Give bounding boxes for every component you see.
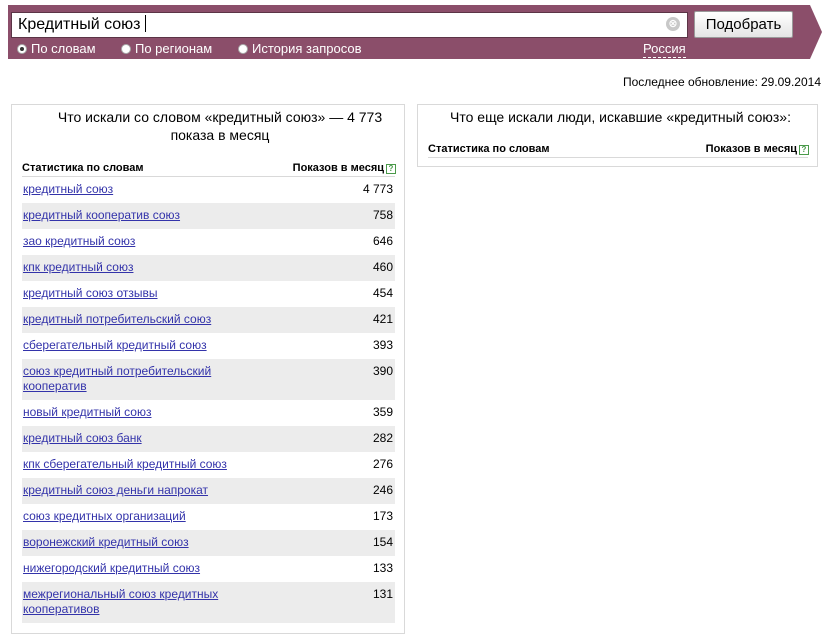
phrase-link[interactable]: воронежский кредитный союз <box>23 535 253 550</box>
impressions-count: 393 <box>372 338 393 352</box>
table-row: сберегательный кредитный союз 393 <box>22 333 395 359</box>
impressions-count: 460 <box>372 260 393 274</box>
words-stats-panel: Что искали со словом «кредитный союз» — … <box>11 104 405 634</box>
phrase-link[interactable]: кредитный союз отзывы <box>23 286 253 301</box>
table-row: союз кредитный потребительский кооперати… <box>22 359 395 400</box>
impressions-count: 646 <box>372 234 393 248</box>
phrase-link[interactable]: союз кредитный потребительский кооперати… <box>23 364 253 394</box>
words-panel-title: Что искали со словом «кредитный союз» — … <box>57 109 383 143</box>
table-row: воронежский кредитный союз 154 <box>22 530 395 556</box>
col-phrase-header: Статистика по словам <box>22 162 144 174</box>
phrase-link[interactable]: сберегательный кредитный союз <box>23 338 253 353</box>
table-row: союз кредитных организаций 173 <box>22 504 395 530</box>
impressions-count: 282 <box>372 431 393 445</box>
table-row: новый кредитный союз 359 <box>22 400 395 426</box>
impressions-count: 154 <box>372 535 393 549</box>
region-link[interactable]: Россия <box>643 41 686 58</box>
help-icon[interactable]: ? <box>799 145 809 155</box>
col-phrase-header: Статистика по словам <box>428 143 550 155</box>
table-row: кредитный кооператив союз 758 <box>22 203 395 229</box>
mode-history[interactable]: История запросов <box>238 41 362 57</box>
col-count-label: Показов в месяц <box>292 162 384 174</box>
phrase-link[interactable]: кредитный кооператив союз <box>23 208 253 223</box>
text-caret <box>144 15 146 32</box>
phrase-link[interactable]: кредитный союз <box>23 182 253 197</box>
impressions-count: 390 <box>372 364 393 378</box>
phrase-link[interactable]: кредитный потребительский союз <box>23 312 253 327</box>
impressions-count: 454 <box>372 286 393 300</box>
related-panel-title: Что еще искали люди, искавшие «кредитный… <box>450 109 791 125</box>
mode-label: По словам <box>31 41 96 56</box>
search-input[interactable]: Кредитный союз <box>11 12 688 38</box>
impressions-count: 173 <box>372 509 393 523</box>
last-updated-date: 29.09.2014 <box>760 75 821 89</box>
clear-icon[interactable]: ⊗ <box>666 17 680 31</box>
impressions-count: 131 <box>372 587 393 601</box>
col-count-label: Показов в месяц <box>705 143 797 155</box>
table-row: кпк кредитный союз 460 <box>22 255 395 281</box>
table-row: кредитный союз банк 282 <box>22 426 395 452</box>
impressions-count: 421 <box>372 312 393 326</box>
mode-by-words[interactable]: По словам <box>17 41 96 57</box>
header-divider <box>428 157 808 158</box>
words-table: кредитный союз 4 773 кредитный кооператив… <box>22 177 395 623</box>
phrase-link[interactable]: кпк сберегательный кредитный союз <box>23 457 253 472</box>
related-searches-panel: Что еще искали люди, искавшие «кредитный… <box>417 104 818 167</box>
phrase-link[interactable]: кредитный союз банк <box>23 431 253 446</box>
table-row: нижегородский кредитный союз 133 <box>22 556 395 582</box>
last-updated: Последнее обновление: 29.09.2014 <box>620 75 821 89</box>
impressions-count: 359 <box>372 405 393 419</box>
phrase-link[interactable]: новый кредитный союз <box>23 405 253 420</box>
search-query[interactable]: Кредитный союз <box>18 16 141 33</box>
phrase-link[interactable]: нижегородский кредитный союз <box>23 561 253 576</box>
table-row: зао кредитный союз 646 <box>22 229 395 255</box>
mode-label: История запросов <box>252 41 362 56</box>
radio-icon[interactable] <box>121 44 131 54</box>
table-row: кредитный союз деньги напрокат 246 <box>22 478 395 504</box>
phrase-link[interactable]: межрегиональный союз кредитных кооперати… <box>23 587 253 617</box>
phrase-link[interactable]: зао кредитный союз <box>23 234 253 249</box>
radio-icon[interactable] <box>238 44 248 54</box>
table-row: кпк сберегательный кредитный союз 276 <box>22 452 395 478</box>
table-row: кредитный союз 4 773 <box>22 177 395 203</box>
impressions-count: 758 <box>372 208 393 222</box>
col-count-header: Показов в месяц? <box>293 161 396 175</box>
help-icon[interactable]: ? <box>386 164 396 174</box>
impressions-count: 133 <box>372 561 393 575</box>
col-count-header: Показов в месяц? <box>706 142 809 156</box>
mode-label: По регионам <box>135 41 213 56</box>
impressions-count: 246 <box>372 483 393 497</box>
last-updated-label: Последнее обновление: <box>622 75 758 89</box>
phrase-link[interactable]: кредитный союз деньги напрокат <box>23 483 253 498</box>
phrase-link[interactable]: союз кредитных организаций <box>23 509 253 524</box>
table-row: кредитный союз отзывы 454 <box>22 281 395 307</box>
search-bar-arrow <box>810 5 822 59</box>
submit-button[interactable]: Подобрать <box>694 11 793 38</box>
impressions-count: 4 773 <box>362 182 393 196</box>
radio-checked-icon[interactable] <box>17 44 27 54</box>
impressions-count: 276 <box>372 457 393 471</box>
table-row: кредитный потребительский союз 421 <box>22 307 395 333</box>
table-row: межрегиональный союз кредитных кооперати… <box>22 582 395 623</box>
phrase-link[interactable]: кпк кредитный союз <box>23 260 253 275</box>
mode-by-regions[interactable]: По регионам <box>121 41 212 57</box>
